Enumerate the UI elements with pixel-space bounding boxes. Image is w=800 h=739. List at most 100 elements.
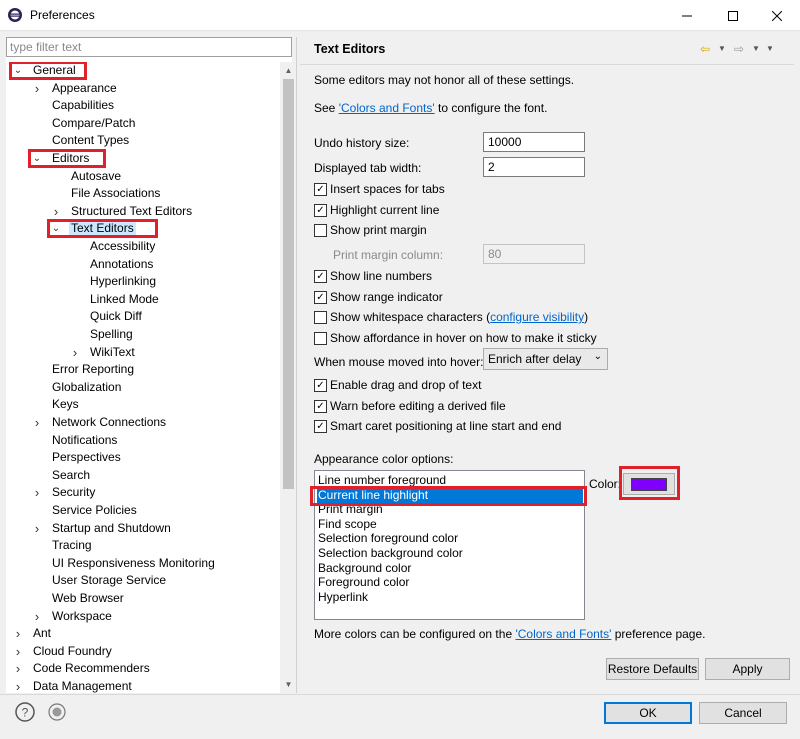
color-option-item[interactable]: Hyperlink [318, 590, 368, 605]
tree-item[interactable]: › Security [6, 484, 278, 501]
tree-item[interactable]: Spelling [6, 326, 278, 343]
forward-arrow-icon[interactable]: ⇨ [734, 40, 744, 58]
tree-item[interactable]: Annotations [6, 256, 278, 273]
title-separator [300, 64, 794, 65]
collapsed-chevron-icon[interactable]: › [12, 660, 24, 677]
scrollbar-thumb[interactable] [283, 79, 294, 489]
hover-label: When mouse moved into hover: [314, 355, 484, 369]
hover-behavior-select[interactable]: Enrich after delay ⌄ [483, 348, 608, 370]
colors-fonts-link-bottom[interactable]: 'Colors and Fonts' [515, 627, 611, 641]
ok-button[interactable]: OK [604, 702, 692, 724]
checkbox-icon[interactable] [314, 224, 327, 237]
help-icon[interactable]: ? [14, 701, 36, 723]
tree-item[interactable]: Autosave [6, 168, 278, 185]
collapsed-chevron-icon[interactable]: › [50, 203, 62, 220]
tree-item[interactable]: ⌄ Text Editors [6, 219, 278, 238]
tree-item-label: Ant [33, 626, 52, 640]
tree-item[interactable]: › Network Connections [6, 414, 278, 431]
tree-item[interactable]: Perspectives [6, 449, 278, 466]
color-option-item[interactable]: Selection background color [318, 546, 463, 561]
tree-item[interactable]: Capabilities [6, 97, 278, 114]
collapsed-chevron-icon[interactable]: › [31, 520, 43, 537]
tree-item[interactable]: UI Responsiveness Monitoring [6, 555, 278, 572]
tree-item[interactable]: › Ant [6, 625, 278, 642]
color-option-item[interactable]: Background color [318, 561, 411, 576]
color-option-item[interactable]: Foreground color [318, 575, 409, 590]
tree-item[interactable]: File Associations [6, 185, 278, 202]
tree-item[interactable]: › WikiText [6, 344, 278, 361]
tree-item[interactable]: Service Policies [6, 502, 278, 519]
collapsed-chevron-icon[interactable]: › [12, 625, 24, 642]
tree-item[interactable]: › Code Recommenders [6, 660, 278, 677]
tree-item-label: Compare/Patch [52, 116, 136, 130]
scroll-up-icon[interactable]: ▲ [280, 62, 297, 79]
tree-item-label: Quick Diff [90, 309, 142, 323]
tree-item[interactable]: Keys [6, 396, 278, 413]
import-export-prefs-icon[interactable] [46, 701, 68, 723]
tree-item[interactable]: › Startup and Shutdown [6, 520, 278, 537]
collapsed-chevron-icon[interactable]: › [69, 344, 81, 361]
color-option-item[interactable]: Find scope [318, 517, 377, 532]
tree-item[interactable]: Search [6, 467, 278, 484]
tree-item-label: Error Reporting [52, 362, 135, 376]
tree-item-label: Cloud Foundry [33, 644, 112, 658]
checkbox-icon[interactable]: ✓ [314, 204, 327, 217]
undo-history-input[interactable] [483, 132, 585, 152]
apply-button[interactable]: Apply [705, 658, 790, 680]
checkbox-icon[interactable]: ✓ [314, 420, 327, 433]
view-menu-icon[interactable]: ▼ [766, 40, 774, 58]
tree-item-label: Structured Text Editors [71, 204, 193, 218]
tree-item[interactable]: › Data Management [6, 678, 278, 693]
tree-item[interactable]: Tracing [6, 537, 278, 554]
tab-width-input[interactable] [483, 157, 585, 177]
pane-divider[interactable] [296, 37, 297, 693]
cancel-button[interactable]: Cancel [699, 702, 787, 724]
forward-menu-chevron-icon[interactable]: ▼ [752, 40, 760, 58]
tree-item[interactable]: Accessibility [6, 238, 278, 255]
collapsed-chevron-icon[interactable]: › [31, 414, 43, 431]
collapsed-chevron-icon[interactable]: › [31, 80, 43, 97]
tree-scrollbar[interactable]: ▲ ▼ [280, 62, 297, 693]
tree-item[interactable]: Web Browser [6, 590, 278, 607]
checkbox-icon[interactable]: ✓ [314, 379, 327, 392]
colors-fonts-link[interactable]: 'Colors and Fonts' [339, 101, 435, 115]
collapsed-chevron-icon[interactable]: › [12, 678, 24, 693]
tree-item[interactable]: Notifications [6, 432, 278, 449]
collapsed-chevron-icon[interactable]: › [31, 608, 43, 625]
back-menu-chevron-icon[interactable]: ▼ [718, 40, 726, 58]
checkbox-icon[interactable] [314, 311, 327, 324]
back-arrow-icon[interactable]: ⇦ [700, 40, 710, 58]
collapsed-chevron-icon[interactable]: › [12, 643, 24, 660]
tree-item[interactable]: ⌄ Editors [6, 149, 278, 168]
minimize-button[interactable] [664, 0, 710, 31]
paren-close: ) [584, 310, 589, 324]
collapsed-chevron-icon[interactable]: › [31, 484, 43, 501]
checkbox-icon[interactable]: ✓ [314, 400, 327, 413]
restore-defaults-button[interactable]: Restore Defaults [606, 658, 699, 680]
checkbox-icon[interactable]: ✓ [314, 183, 327, 196]
tree-item[interactable]: › Structured Text Editors [6, 203, 278, 220]
more-colors-prefix: More colors can be configured on the [314, 627, 516, 641]
checkbox-icon[interactable]: ✓ [314, 291, 327, 304]
tree-item[interactable]: Globalization [6, 379, 278, 396]
maximize-button[interactable] [710, 0, 756, 31]
checkbox-icon[interactable] [314, 332, 327, 345]
tree-item[interactable]: ⌄ General [6, 62, 278, 80]
tree-item[interactable]: › Cloud Foundry [6, 643, 278, 660]
configure-visibility-link[interactable]: configure visibility [490, 310, 584, 324]
tree-item[interactable]: Error Reporting [6, 361, 278, 378]
color-option-item[interactable]: Selection foreground color [318, 531, 458, 546]
tree-item[interactable]: Quick Diff [6, 308, 278, 325]
tree-item-label: User Storage Service [52, 573, 167, 587]
checkbox-icon[interactable]: ✓ [314, 270, 327, 283]
tree-item[interactable]: › Workspace [6, 608, 278, 625]
close-button[interactable] [754, 0, 800, 31]
tree-item[interactable]: Compare/Patch [6, 115, 278, 132]
tree-item[interactable]: Linked Mode [6, 291, 278, 308]
tree-item[interactable]: › Appearance [6, 80, 278, 97]
scroll-down-icon[interactable]: ▼ [280, 676, 297, 693]
filter-input[interactable] [6, 37, 292, 57]
tree-item[interactable]: Content Types [6, 132, 278, 149]
tree-item[interactable]: Hyperlinking [6, 273, 278, 290]
tree-item[interactable]: User Storage Service [6, 572, 278, 589]
